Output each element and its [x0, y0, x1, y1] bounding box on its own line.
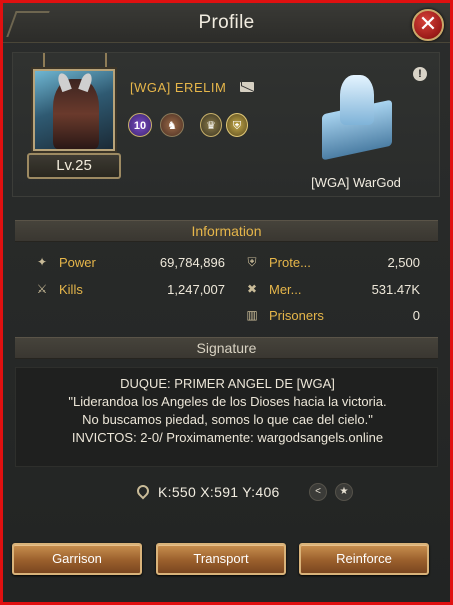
- avatar[interactable]: [33, 69, 115, 151]
- castle-tower: [340, 75, 374, 125]
- title-badge-icon[interactable]: ♞: [160, 113, 184, 137]
- player-name: [WGA] ERELIM: [130, 80, 227, 95]
- section-signature: Signature: [15, 337, 438, 359]
- merit-icon: ✖: [246, 282, 258, 296]
- stat-value: 69,784,896: [159, 255, 225, 270]
- profile-header: Lv.25 [WGA] ERELIM 10 ♞ ♛ ⛨ ! [WGA] WarG…: [12, 52, 440, 197]
- title-bar: Profile ✕: [3, 3, 450, 43]
- stat-merits[interactable]: ✖ Mer... 531.47K: [245, 279, 420, 301]
- share-icon[interactable]: <: [309, 483, 327, 501]
- close-button[interactable]: ✕: [412, 9, 444, 41]
- stat-power[interactable]: ✦ Power 69,784,896: [35, 252, 225, 274]
- stat-label: Mer...: [269, 282, 302, 297]
- stat-protection[interactable]: ⛨ Prote... 2,500: [245, 252, 420, 274]
- stat-prisoners[interactable]: ▥ Prisoners 0: [245, 305, 420, 327]
- stat-label: Kills: [59, 282, 83, 297]
- signature-line: INVICTOS: 2-0/ Proximamente: wargodsange…: [71, 430, 384, 445]
- page-title: Profile: [198, 12, 255, 33]
- stat-label: Prisoners: [269, 308, 324, 323]
- stat-label: Power: [59, 255, 96, 270]
- reinforce-button[interactable]: Reinforce: [299, 543, 429, 575]
- shield-badge-icon[interactable]: ⛨: [226, 113, 248, 137]
- signature-box: DUQUE: PRIMER ANGEL DE [WGA] "Liderandoa…: [15, 367, 438, 467]
- stat-kills[interactable]: ⚔ Kills 1,247,007: [35, 279, 225, 301]
- location-pin-icon: [134, 482, 152, 500]
- stat-value: 0: [412, 308, 420, 323]
- kills-icon: ⚔: [36, 282, 48, 296]
- signature-line: No buscamos piedad, somos lo que cae del…: [82, 412, 373, 427]
- mail-icon[interactable]: [240, 82, 254, 92]
- vip-badge[interactable]: 10: [128, 113, 152, 137]
- crown-badge-icon[interactable]: ♛: [200, 113, 222, 137]
- stat-value: 1,247,007: [167, 282, 225, 297]
- shield-icon: ⛨: [247, 255, 257, 269]
- stat-label: Prote...: [269, 255, 311, 270]
- transport-button[interactable]: Transport: [156, 543, 286, 575]
- coordinates-link[interactable]: K:550 X:591 Y:406: [158, 484, 280, 500]
- signature-line: DUQUE: PRIMER ANGEL DE [WGA]: [120, 376, 335, 391]
- avatar-figure: [53, 79, 99, 149]
- stat-value: 2,500: [387, 255, 420, 270]
- close-icon: ✕: [418, 11, 438, 36]
- level-label: Lv.25: [27, 153, 121, 179]
- signature-line: "Liderandoa los Angeles de los Dioses ha…: [68, 394, 387, 409]
- stat-value: 531.47K: [371, 282, 420, 297]
- alert-icon[interactable]: !: [413, 67, 427, 81]
- castle-icon[interactable]: [310, 67, 402, 161]
- star-icon[interactable]: ★: [335, 483, 353, 501]
- stats-panel: ✦ Power 69,784,896 ⚔ Kills 1,247,007 ⛨ P…: [15, 246, 438, 328]
- garrison-button[interactable]: Garrison: [12, 543, 142, 575]
- section-information: Information: [15, 220, 438, 242]
- alliance-tag[interactable]: [WGA] WarGod: [281, 175, 431, 190]
- prison-icon: ▥: [246, 308, 258, 322]
- power-icon: ✦: [36, 255, 48, 269]
- location-row: K:550 X:591 Y:406 < ★: [0, 482, 453, 503]
